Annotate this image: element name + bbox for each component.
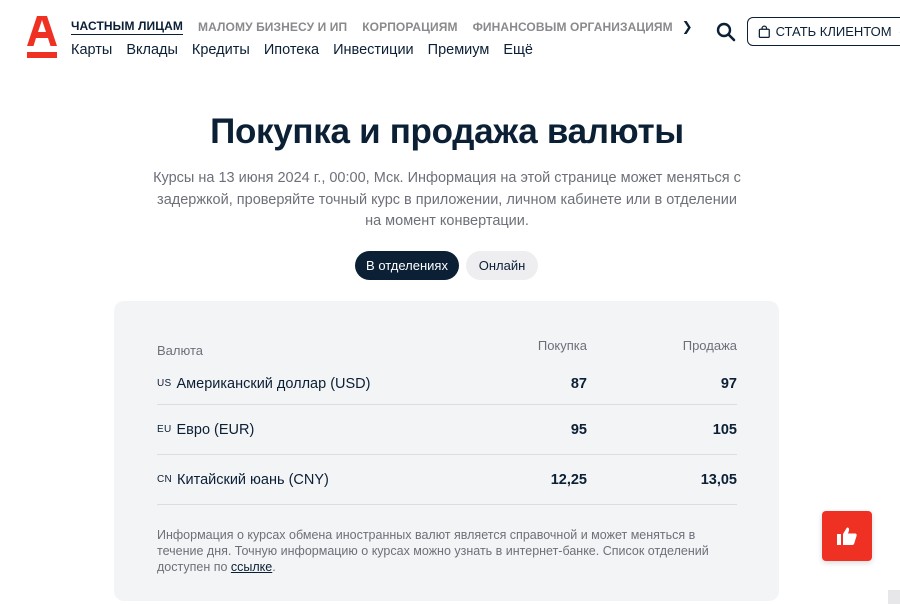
rates-note: Информация о курсах обмена иностранных в…: [157, 527, 737, 575]
sell-rate: 97: [720, 375, 737, 392]
table-row: EU Евро (EUR) 95 105: [157, 405, 737, 455]
nav-investments[interactable]: Инвестиции: [333, 42, 414, 58]
flag-eu-icon: EU: [157, 424, 172, 435]
segment-small-business[interactable]: Малому бизнесу и ИП: [198, 20, 347, 34]
column-sell: Продажа: [682, 338, 737, 353]
note-end: .: [272, 560, 276, 574]
table-header: Валюта Покупка Продажа: [157, 338, 737, 363]
page-subtitle: Курсы на 13 июня 2024 г., 00:00, Мск. Ин…: [153, 170, 741, 229]
nav-premium[interactable]: Премиум: [428, 42, 490, 58]
segment-financial[interactable]: Финансовым организациям: [473, 20, 673, 34]
segment-private[interactable]: Частным лицам: [71, 19, 184, 35]
nav-mortgage[interactable]: Ипотека: [264, 42, 319, 58]
buy-rate: 87: [570, 375, 587, 392]
sell-rate: 105: [712, 421, 737, 438]
chevron-right-icon[interactable]: ❯: [682, 19, 693, 35]
currency-cell: US Американский доллар (USD): [157, 376, 457, 392]
currency-cell: EU Евро (EUR): [157, 422, 457, 438]
become-client-button[interactable]: СТАТЬ КЛИЕНТОМ ⌄: [747, 17, 900, 46]
buy-rate: 95: [570, 421, 587, 438]
tab-in-branches[interactable]: В отделениях: [355, 251, 459, 280]
table-row: US Американский доллар (USD) 87 97: [157, 363, 737, 405]
flag-cn-icon: CN: [157, 474, 173, 485]
rates-table: Валюта Покупка Продажа US Американский д…: [157, 338, 737, 505]
sell-rate: 13,05: [700, 471, 737, 488]
scrollbar-corner: [888, 590, 900, 604]
currency-name: Евро (EUR): [176, 421, 255, 438]
bag-icon: [758, 25, 770, 38]
branches-link[interactable]: ссылке: [231, 560, 272, 574]
feedback-button[interactable]: [822, 511, 872, 561]
table-row: CN Китайский юань (CNY) 12,25 13,05: [157, 455, 737, 505]
column-currency: Валюта: [157, 343, 203, 358]
nav-deposits[interactable]: Вклады: [126, 42, 178, 58]
segment-nav: Частным лицам Малому бизнесу и ИП Корпор…: [71, 18, 693, 36]
currency-cell: CN Китайский юань (CNY): [157, 472, 457, 488]
product-nav: Карты Вклады Кредиты Ипотека Инвестиции …: [71, 42, 547, 58]
nav-credits[interactable]: Кредиты: [192, 42, 250, 58]
rates-card: Валюта Покупка Продажа US Американский д…: [114, 301, 779, 601]
flag-us-icon: US: [157, 378, 172, 389]
currency-name: Американский доллар (USD): [176, 375, 371, 392]
nav-more[interactable]: Ещё: [503, 42, 533, 58]
become-client-label: СТАТЬ КЛИЕНТОМ: [775, 24, 892, 39]
column-buy: Покупка: [537, 338, 587, 353]
search-icon[interactable]: [716, 22, 736, 42]
currency-name: Китайский юань (CNY): [177, 471, 329, 488]
buy-rate: 12,25: [550, 471, 587, 488]
tab-online[interactable]: Онлайн: [466, 251, 538, 280]
thumbs-up-icon: [837, 527, 857, 545]
segment-corporations[interactable]: Корпорациям: [362, 20, 457, 34]
page-title: Покупка и продажа валюты: [210, 112, 684, 151]
alfa-logo-icon[interactable]: [27, 16, 57, 58]
nav-cards[interactable]: Карты: [71, 42, 112, 58]
